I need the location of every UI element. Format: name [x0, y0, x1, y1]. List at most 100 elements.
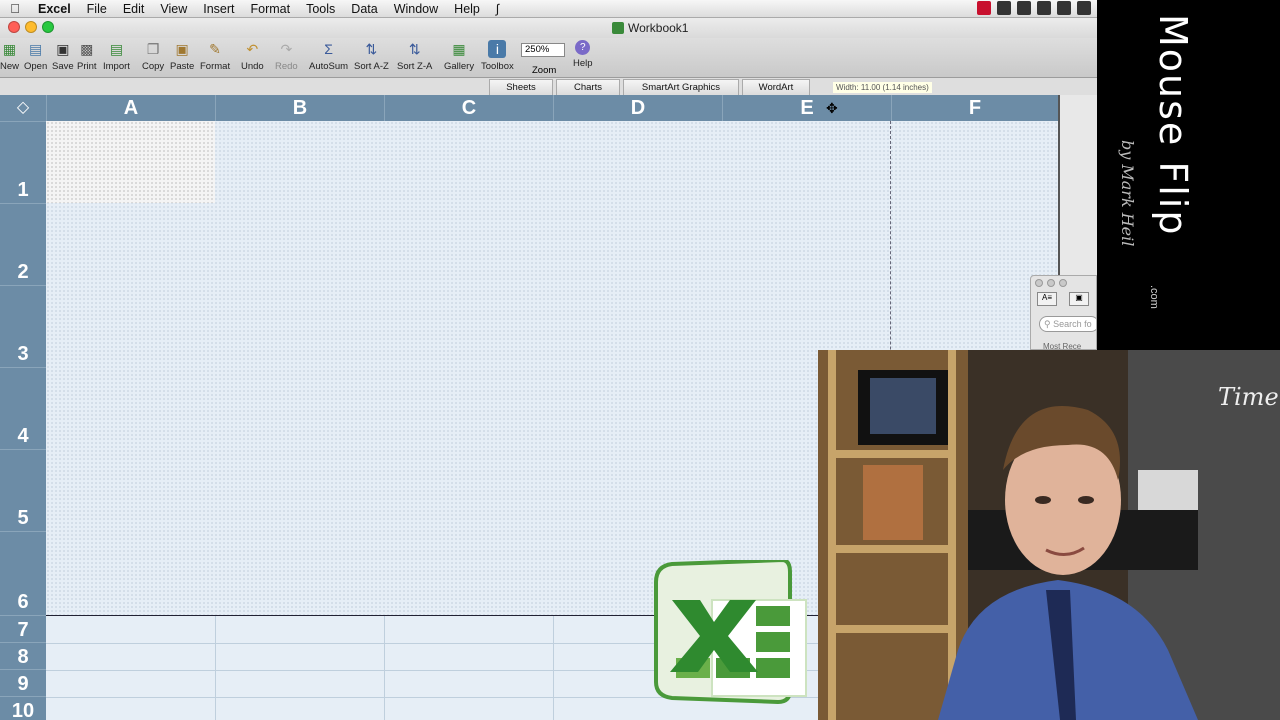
palette-close-icon[interactable]: [1035, 279, 1043, 287]
menu-insert[interactable]: Insert: [195, 2, 242, 16]
display-icon[interactable]: [1057, 1, 1071, 15]
menu-bar:  Excel File Edit View Insert Format Too…: [0, 0, 1097, 18]
status-icons: [977, 1, 1091, 15]
excel-logo-graphic: [654, 557, 807, 705]
tab-sheets[interactable]: Sheets: [489, 79, 553, 95]
row-headers: 1 2 3 4 5 6 7 8 9 10: [0, 121, 46, 720]
brand-name: Mouse Flip: [1151, 14, 1195, 237]
gallery-button[interactable]: ▦ Gallery: [444, 40, 474, 73]
undo-icon: ↶: [246, 40, 259, 57]
column-gridline: [215, 616, 216, 720]
paste-button[interactable]: ▣ Paste: [170, 40, 194, 73]
toolbox-icon: i: [488, 40, 507, 58]
window-controls: [8, 21, 54, 33]
record-icon[interactable]: [977, 1, 991, 15]
open-button[interactable]: ▤ Open: [24, 40, 47, 73]
column-header-d[interactable]: D: [553, 95, 722, 121]
menu-app[interactable]: Excel: [30, 2, 79, 16]
presenter-video-icon: Time: [818, 350, 1280, 720]
palette-minimize-icon[interactable]: [1047, 279, 1055, 287]
column-header-f[interactable]: F: [891, 95, 1058, 121]
new-icon: ▦: [2, 40, 17, 57]
select-all-button[interactable]: ◇: [0, 95, 46, 121]
active-cell-a1[interactable]: [46, 121, 215, 203]
column-header-e[interactable]: E: [722, 95, 891, 121]
menu-help[interactable]: Help: [446, 2, 488, 16]
copy-button[interactable]: ❐ Copy: [142, 40, 164, 73]
row-header-10[interactable]: 10: [0, 696, 46, 720]
window-titlebar: Workbook1: [0, 18, 1097, 38]
standard-toolbar: ▦ New ▤ Open ▣ Save ▩ Print ▤ Import ❐ Copy ▣ P…: [0, 38, 1097, 78]
print-button[interactable]: ▩ Print: [77, 40, 97, 73]
menu-data[interactable]: Data: [343, 2, 385, 16]
row-header-6[interactable]: 6: [0, 531, 46, 615]
object-palette-icon[interactable]: ▣: [1069, 292, 1089, 306]
screen:  Excel File Edit View Insert Format Too…: [0, 0, 1280, 720]
column-header-b[interactable]: B: [215, 95, 384, 121]
grid-icon[interactable]: [1077, 1, 1091, 15]
resize-cursor-icon: ✥: [826, 100, 838, 116]
window-title-text: Workbook1: [628, 21, 689, 35]
open-icon: ▤: [29, 40, 43, 57]
autosum-icon: Σ: [324, 41, 333, 57]
tab-smartart[interactable]: SmartArt Graphics: [623, 79, 739, 95]
formula-builder-icon[interactable]: A≡: [1037, 292, 1057, 306]
toolbox-button[interactable]: i Toolbox: [481, 40, 514, 72]
script-menu-icon[interactable]: ∫: [488, 2, 507, 16]
webcam-overlay: Time: [818, 350, 1280, 720]
row-header-4[interactable]: 4: [0, 367, 46, 449]
print-icon: ▩: [80, 40, 94, 57]
tab-charts[interactable]: Charts: [556, 79, 620, 95]
minimize-icon[interactable]: [25, 21, 37, 33]
menu-format[interactable]: Format: [243, 2, 299, 16]
apple-menu-icon[interactable]: : [0, 1, 30, 16]
sync-icon[interactable]: [1017, 1, 1031, 15]
menu-file[interactable]: File: [79, 2, 115, 16]
menu-window[interactable]: Window: [386, 2, 446, 16]
column-header-c[interactable]: C: [384, 95, 553, 121]
help-button[interactable]: ? Help: [573, 40, 593, 69]
row-header-2[interactable]: 2: [0, 203, 46, 285]
save-icon: ▣: [56, 40, 70, 57]
row-header-1[interactable]: 1: [0, 121, 46, 203]
redo-button[interactable]: ↷ Redo: [275, 40, 298, 73]
column-gridline: [384, 616, 385, 720]
brand-byline: by Mark Heil: [1118, 140, 1137, 247]
row-header-9[interactable]: 9: [0, 669, 46, 696]
column-headers: ◇ A B C D E F: [0, 95, 1058, 121]
import-button[interactable]: ▤ Import: [103, 40, 130, 73]
redo-icon: ↷: [280, 40, 293, 57]
zoom-label: Zoom: [532, 65, 557, 76]
zoom-window-icon[interactable]: [42, 21, 54, 33]
format-painter-button[interactable]: ✎ Format: [200, 40, 230, 73]
sort-za-icon: ⇅: [408, 40, 421, 57]
palette-zoom-icon[interactable]: [1059, 279, 1067, 287]
copy-icon: ❐: [146, 40, 160, 57]
save-button[interactable]: ▣ Save: [52, 40, 74, 73]
row-header-5[interactable]: 5: [0, 449, 46, 531]
calendar-icon[interactable]: [997, 1, 1011, 15]
menu-edit[interactable]: Edit: [115, 2, 153, 16]
gallery-icon: ▦: [452, 40, 466, 57]
row-header-7[interactable]: 7: [0, 615, 46, 642]
row-header-8[interactable]: 8: [0, 642, 46, 669]
zoom-select[interactable]: 250%: [521, 43, 565, 57]
row-header-3[interactable]: 3: [0, 285, 46, 367]
excel-logo-icon: [652, 557, 810, 705]
sort-az-icon: ⇅: [365, 40, 378, 57]
column-header-a[interactable]: A: [46, 95, 215, 121]
palette-controls: [1035, 279, 1067, 287]
menu-tools[interactable]: Tools: [298, 2, 343, 16]
palette-search-input[interactable]: ⚲ Search fo: [1039, 316, 1096, 332]
tab-wordart[interactable]: WordArt: [742, 79, 810, 95]
close-icon[interactable]: [8, 21, 20, 33]
new-button[interactable]: ▦ New: [0, 40, 19, 73]
menu-view[interactable]: View: [152, 2, 195, 16]
undo-button[interactable]: ↶ Undo: [241, 40, 264, 73]
autosum-button[interactable]: Σ AutoSum: [309, 40, 348, 72]
evernote-icon[interactable]: [1037, 1, 1051, 15]
sort-za-button[interactable]: ⇅ Sort Z-A: [397, 40, 432, 73]
sort-az-button[interactable]: ⇅ Sort A-Z: [354, 40, 389, 73]
column-gridline: [553, 616, 554, 720]
elements-gallery-tabs: Sheets Charts SmartArt Graphics WordArt: [0, 78, 1097, 95]
